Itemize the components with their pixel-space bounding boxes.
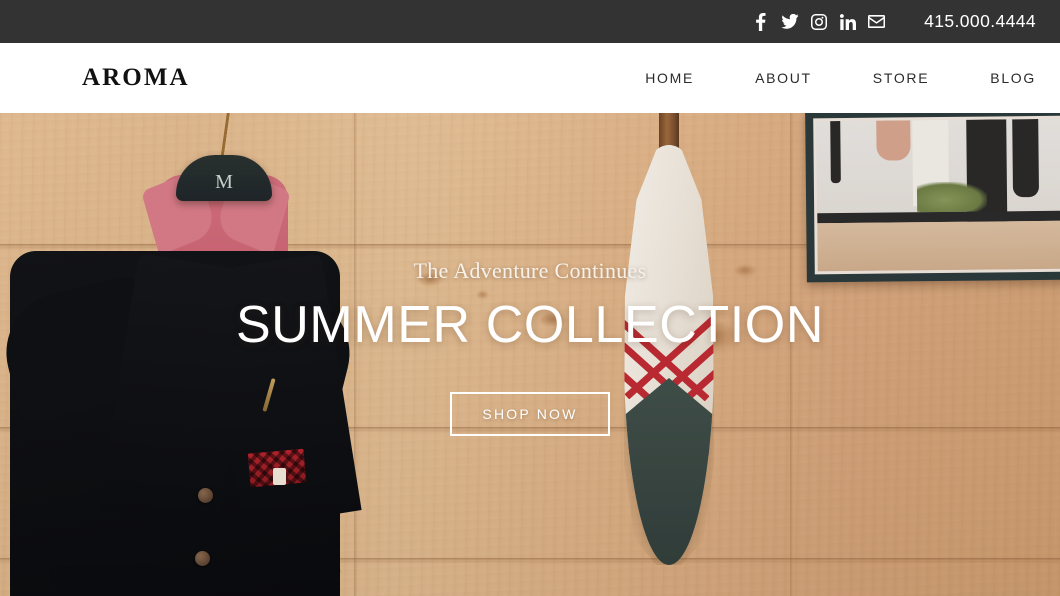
nav-item-home[interactable]: HOME <box>645 64 694 92</box>
twitter-icon[interactable] <box>775 9 804 35</box>
email-icon[interactable] <box>862 9 891 35</box>
nav-item-blog[interactable]: BLOG <box>990 64 1036 92</box>
facebook-icon[interactable] <box>746 9 775 35</box>
nav-item-about[interactable]: ABOUT <box>755 64 812 92</box>
social-links <box>746 9 891 35</box>
main-navigation: HOME ABOUT STORE BLOG <box>645 64 1036 92</box>
hero-banner: M The Adventure Continues SUMMER COLLECT… <box>0 113 1060 596</box>
phone-number[interactable]: 415.000.4444 <box>924 11 1036 32</box>
hero-subtitle: The Adventure Continues <box>413 258 647 283</box>
site-header: AROMA HOME ABOUT STORE BLOG <box>0 43 1060 113</box>
nav-item-store[interactable]: STORE <box>873 64 929 92</box>
linkedin-icon[interactable] <box>833 9 862 35</box>
hero-content: The Adventure Continues SUMMER COLLECTIO… <box>0 258 1060 436</box>
instagram-icon[interactable] <box>804 9 833 35</box>
top-utility-bar: 415.000.4444 <box>0 0 1060 43</box>
site-logo[interactable]: AROMA <box>82 64 190 92</box>
hero-title: SUMMER COLLECTION <box>235 296 825 354</box>
shop-now-button[interactable]: SHOP NOW <box>450 391 610 436</box>
